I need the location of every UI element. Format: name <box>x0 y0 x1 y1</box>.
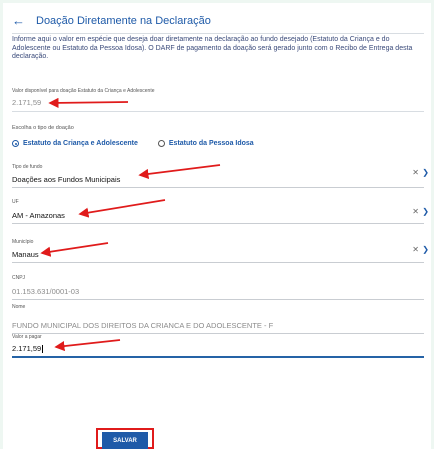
annotation-arrows <box>40 97 221 352</box>
arrow-available <box>48 97 129 108</box>
arrow-fund-type <box>138 164 221 180</box>
arrow-uf <box>78 199 166 218</box>
arrow-valor-pagar <box>54 339 121 352</box>
arrow-municipio <box>40 242 109 257</box>
